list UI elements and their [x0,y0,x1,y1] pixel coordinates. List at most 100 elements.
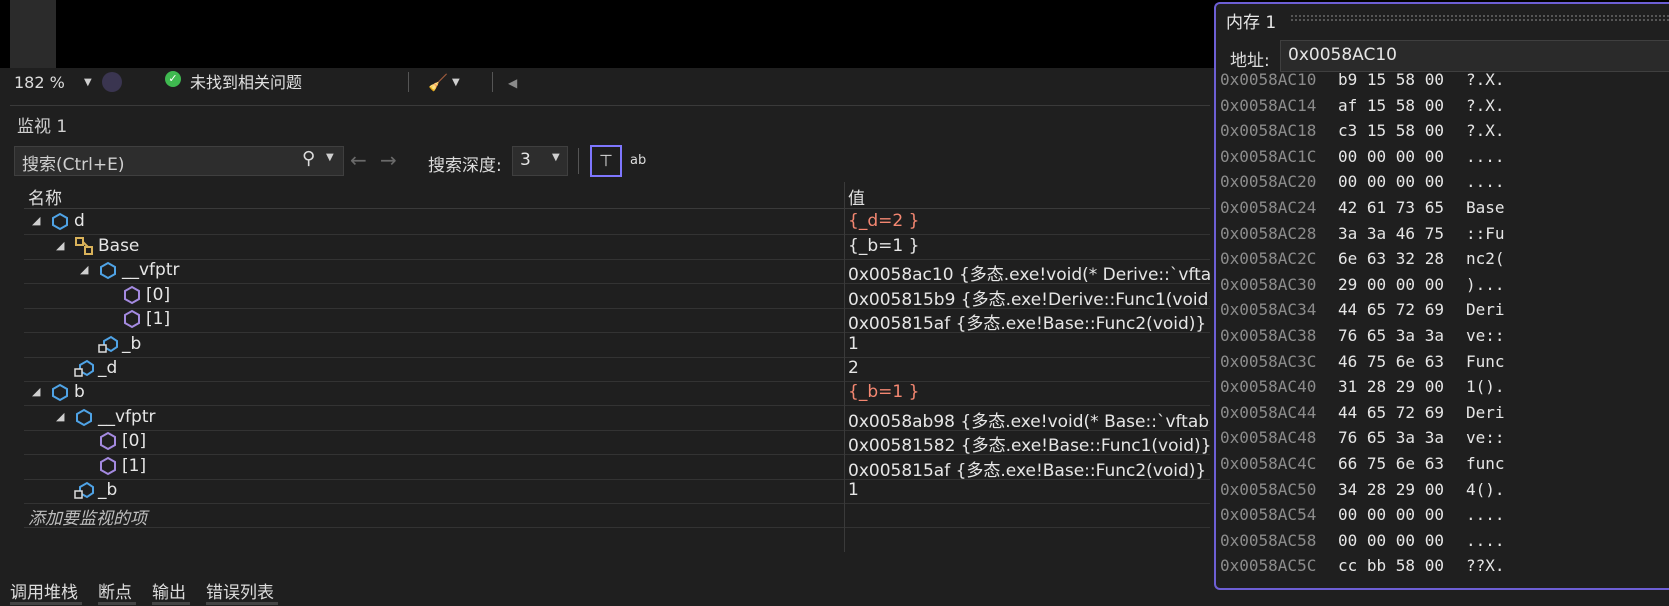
drag-grip[interactable] [1290,14,1669,22]
memory-address: 0x0058AC40 [1220,377,1317,397]
table-row[interactable]: _b 1 [24,332,1210,358]
table-row[interactable]: [1] 0x005815af {多态.exe!Base::Func2(void)… [24,307,1210,334]
memory-bytes[interactable]: 34 28 29 00 [1338,480,1444,499]
memory-bytes[interactable]: 42 61 73 65 [1338,198,1444,217]
search-icon[interactable]: ⚲ [302,148,315,169]
arrow-left-icon[interactable]: ← [350,148,367,172]
protected-field-icon [74,359,94,377]
watch-grid-header [24,182,1210,209]
hex-display-icon[interactable]: ab [630,145,660,177]
intellicode-icon[interactable] [102,72,122,92]
tab-breakpoints[interactable]: 断点 [98,578,132,603]
arrow-right-icon[interactable]: → [380,148,397,172]
tab-indicator [98,602,136,605]
column-header-name[interactable]: 名称 [28,184,62,209]
table-row[interactable]: _d 2 [24,356,1210,382]
memory-bytes[interactable]: 6e 63 32 28 [1338,249,1444,268]
table-row[interactable]: [0] 0x005815b9 {多态.exe!Derive::Func1(voi… [24,283,1210,310]
memory-ascii: Deri [1466,402,1505,422]
field-icon [100,261,116,280]
memory-address: 0x0058AC38 [1220,326,1317,345]
memory-bytes[interactable]: c3 15 58 00 [1338,121,1444,140]
add-watch-row[interactable]: 添加要监视的项 [24,502,1210,529]
memory-bytes[interactable]: 76 65 3a 3a [1338,326,1444,345]
memory-bytes[interactable]: 00 00 00 00 [1338,147,1444,166]
memory-address: 0x0058AC58 [1220,530,1317,550]
row-name: [1] [122,456,147,476]
memory-ascii: ve:: [1466,428,1505,448]
memory-ascii: ve:: [1466,326,1505,345]
row-value: {_b=1 } [848,382,920,402]
memory-bytes[interactable]: 66 75 6e 63 [1338,454,1444,473]
memory-address: 0x0058AC3C [1220,351,1317,371]
tab-output[interactable]: 输出 [152,578,186,603]
scroll-left-icon[interactable]: ◀ [508,70,517,96]
row-value: 1 [848,334,859,354]
issues-status-text[interactable]: 未找到相关问题 [190,70,302,96]
row-name: d [74,211,85,231]
search-depth-label: 搜索深度: [428,156,502,176]
memory-bytes[interactable]: 00 00 00 00 [1338,531,1444,550]
table-row[interactable]: ◢ __vfptr 0x0058ab98 {多态.exe!void(* Base… [24,405,1210,432]
memory-ascii: func [1466,454,1505,473]
memory-bytes[interactable]: cc bb 58 00 [1338,556,1444,575]
memory-address: 0x0058AC44 [1220,402,1317,422]
chevron-down-icon[interactable]: ▼ [552,152,560,163]
memory-bytes[interactable]: af 15 58 00 [1338,96,1444,115]
tab-call-stack[interactable]: 调用堆栈 [10,578,78,603]
table-row[interactable]: [0] 0x00581582 {多态.exe!Base::Func1(void)… [24,429,1210,456]
memory-ascii: ?.X. [1466,70,1505,89]
memory-bytes[interactable]: 00 00 00 00 [1338,505,1444,524]
expand-triangle-icon[interactable]: ◢ [32,214,40,227]
table-row[interactable]: ◢ Base {_b=1 } [24,234,1210,260]
memory-bytes[interactable]: 31 28 29 00 [1338,377,1444,396]
row-value: {_d=2 } [848,211,920,231]
memory-address: 0x0058AC18 [1220,121,1317,141]
expand-triangle-icon[interactable]: ◢ [56,410,64,423]
memory-bytes[interactable]: 00 00 00 00 [1338,172,1444,191]
memory-ascii: 1(). [1466,377,1505,397]
code-cleanup-brush-icon[interactable]: 🧹 [428,70,448,96]
memory-bytes[interactable]: 76 65 3a 3a [1338,428,1444,447]
chevron-down-icon[interactable]: ▼ [84,70,92,96]
memory-bytes[interactable]: 44 65 72 69 [1338,300,1444,319]
table-row[interactable]: _b 1 [24,478,1210,504]
memory-bytes[interactable]: 3a 3a 46 75 [1338,224,1444,243]
memory-bytes[interactable]: b9 15 58 00 [1338,70,1444,89]
protected-field-icon [98,335,118,353]
memory-ascii: ?.X. [1466,121,1505,141]
memory-address: 0x0058AC1C [1220,146,1317,166]
memory-bytes[interactable]: 46 75 6e 63 [1338,352,1444,371]
memory-bytes[interactable]: 29 00 00 00 [1338,275,1444,294]
expand-triangle-icon[interactable]: ◢ [80,263,88,276]
chevron-down-icon[interactable]: ▼ [326,152,334,163]
memory-ascii: Base [1466,198,1505,217]
row-name: Base [98,236,140,256]
table-row[interactable]: [1] 0x005815af {多态.exe!Base::Func2(void)… [24,454,1210,481]
memory-ascii: .... [1466,172,1505,192]
expand-triangle-icon[interactable]: ◢ [56,239,64,252]
memory-ascii: Func [1466,351,1505,371]
tab-error-list[interactable]: 错误列表 [206,578,274,603]
memory-address: 0x0058AC34 [1220,300,1317,320]
memory-ascii: .... [1466,505,1505,525]
column-divider[interactable] [844,182,845,552]
column-header-value[interactable]: 值 [848,184,865,209]
pin-icon[interactable]: ⊤ [590,145,622,177]
expand-triangle-icon[interactable]: ◢ [32,385,40,398]
memory-address: 0x0058AC28 [1220,223,1317,243]
table-row[interactable]: ◢ __vfptr 0x0058ac10 {多态.exe!void(* Deri… [24,258,1210,285]
tab-indicator [152,602,190,605]
chevron-down-icon[interactable]: ▼ [452,70,460,96]
field-icon [76,408,92,427]
memory-bytes[interactable]: 44 65 72 69 [1338,403,1444,422]
memory-ascii: 4(). [1466,479,1505,499]
memory-window [1214,2,1669,590]
watch-panel-title: 监视 1 [17,117,68,137]
memory-window-title[interactable]: 内存 1 [1226,8,1276,33]
table-row[interactable]: ◢ b {_b=1 } [24,380,1210,406]
memory-ascii: nc2( [1466,249,1505,269]
table-row[interactable]: ◢ d {_d=2 } [24,209,1210,235]
zoom-value: 182 % [14,73,65,92]
memory-address: 0x0058AC2C [1220,249,1317,269]
